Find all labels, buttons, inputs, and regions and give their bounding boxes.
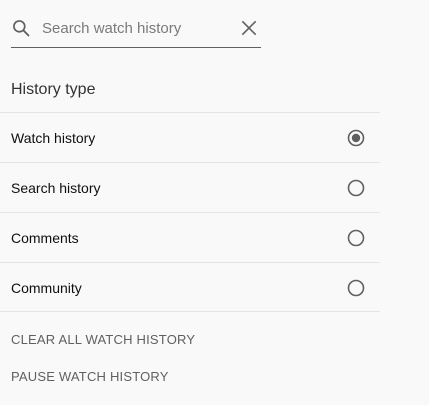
option-label: Comments (11, 230, 79, 246)
search-icon[interactable] (11, 18, 31, 38)
watch-history-panel: History type Watch history Search histor… (0, 0, 429, 405)
clear-all-watch-history-button[interactable]: CLEAR ALL WATCH HISTORY (11, 332, 195, 348)
pause-watch-history-button[interactable]: PAUSE WATCH HISTORY (11, 369, 169, 385)
close-icon[interactable] (239, 18, 259, 38)
search-bar (11, 8, 261, 48)
option-comments[interactable]: Comments (0, 212, 380, 262)
option-community[interactable]: Community (0, 262, 380, 312)
history-type-options: Watch history Search history Comments Co… (0, 112, 380, 312)
radio-selected-icon[interactable] (347, 129, 365, 147)
radio-icon[interactable] (347, 179, 365, 197)
option-label: Watch history (11, 130, 96, 146)
radio-icon[interactable] (347, 229, 365, 247)
option-label: Search history (11, 180, 101, 196)
history-type-heading: History type (11, 81, 96, 98)
radio-icon[interactable] (347, 279, 365, 297)
option-watch-history[interactable]: Watch history (0, 112, 380, 162)
option-search-history[interactable]: Search history (0, 162, 380, 212)
search-input[interactable] (42, 17, 227, 39)
option-label: Community (11, 280, 82, 296)
